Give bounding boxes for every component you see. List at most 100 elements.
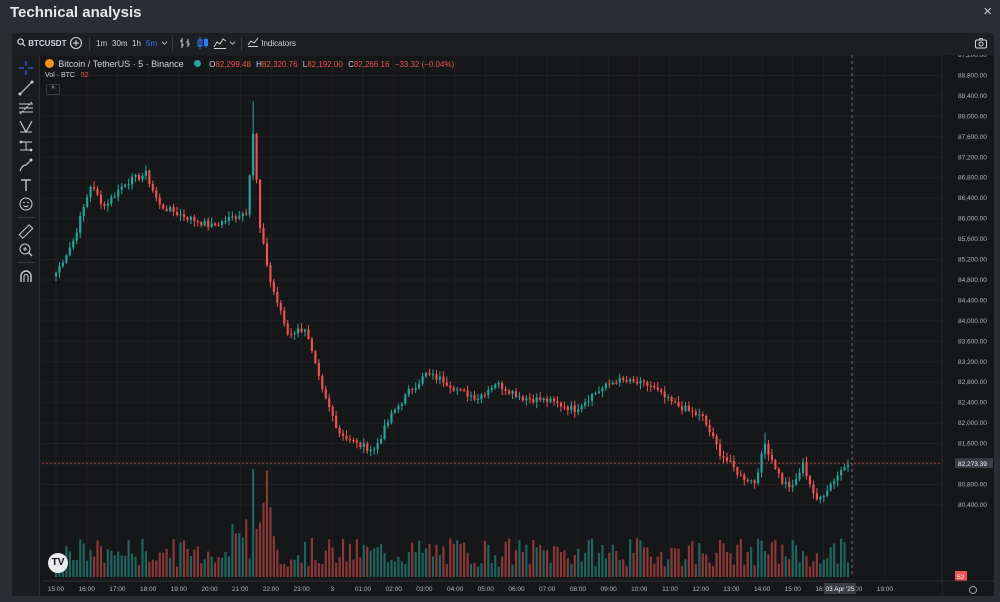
price-tick-label: 86,800.00 bbox=[958, 175, 987, 182]
candle-body bbox=[418, 383, 421, 389]
candle-body bbox=[210, 223, 213, 227]
candle-body bbox=[86, 197, 89, 207]
pattern-icon[interactable] bbox=[17, 118, 35, 136]
indicators-button[interactable]: Indicators bbox=[247, 37, 296, 51]
candle-body bbox=[656, 387, 659, 390]
symbol-search-button[interactable]: BTCUSDT bbox=[17, 37, 66, 51]
candle-body bbox=[670, 397, 673, 402]
candlestick-chart[interactable]: 87,200.00 88,800.00 88,400.00 88,000.00 87,6… bbox=[12, 55, 994, 596]
volume-bar bbox=[736, 544, 739, 577]
volume-bar bbox=[729, 553, 732, 577]
volume-bar bbox=[819, 563, 822, 577]
candle-body bbox=[397, 405, 400, 410]
volume-bar bbox=[220, 557, 224, 577]
price-tick-label: 88,400.00 bbox=[958, 93, 987, 100]
camera-icon[interactable] bbox=[974, 36, 988, 50]
chart-toolbar: BTCUSDT 1m 30m 1h 5m Indicators bbox=[12, 33, 994, 55]
compare-add-icon[interactable] bbox=[69, 36, 83, 50]
emoji-icon[interactable] bbox=[17, 195, 35, 213]
candle-body bbox=[241, 213, 244, 217]
collapse-legend-icon[interactable]: ^ bbox=[46, 84, 60, 95]
interval-5m[interactable]: 5m bbox=[146, 37, 157, 51]
interval-1h[interactable]: 1h bbox=[132, 37, 141, 51]
volume-bar bbox=[414, 552, 417, 577]
interval-30m[interactable]: 30m bbox=[112, 37, 128, 51]
candle-body bbox=[245, 213, 248, 215]
candle-body bbox=[660, 389, 663, 392]
volume-bar bbox=[507, 538, 511, 577]
volume-bar bbox=[694, 563, 697, 577]
volume-bar bbox=[590, 538, 594, 577]
crosshair-icon[interactable] bbox=[17, 59, 35, 77]
interval-dropdown-icon[interactable] bbox=[161, 37, 168, 51]
candle-body bbox=[480, 394, 483, 400]
bar-style-icon[interactable] bbox=[178, 36, 192, 50]
measure-range-icon[interactable] bbox=[17, 137, 35, 155]
candle-body bbox=[646, 381, 649, 386]
candle-body bbox=[594, 393, 597, 395]
tradingview-logo: TV bbox=[48, 553, 68, 573]
volume-bar bbox=[348, 543, 352, 577]
zoom-in-icon[interactable] bbox=[17, 241, 35, 259]
volume-bar bbox=[418, 540, 421, 577]
volume-bar bbox=[449, 538, 452, 577]
volume-bar bbox=[137, 565, 141, 577]
price-tick-label: 80,400.00 bbox=[958, 502, 987, 509]
volume-bar bbox=[400, 561, 403, 577]
text-tool-icon[interactable] bbox=[17, 176, 35, 194]
candle-body bbox=[777, 468, 780, 474]
candle-body bbox=[542, 398, 545, 401]
candle-body bbox=[774, 460, 777, 469]
chart-area[interactable]: 87,200.00 88,800.00 88,400.00 88,000.00 87,6… bbox=[12, 55, 994, 596]
candle-body bbox=[701, 414, 704, 416]
ruler-icon[interactable] bbox=[17, 222, 35, 240]
fib-retracement-icon[interactable] bbox=[17, 99, 35, 117]
candle-body bbox=[162, 204, 165, 209]
chart-type-dropdown-icon[interactable] bbox=[229, 37, 236, 51]
volume-legend: Vol · BTC 52 bbox=[45, 72, 89, 79]
volume-bar bbox=[539, 545, 542, 577]
toolbar-divider bbox=[172, 37, 173, 51]
candle-body bbox=[200, 222, 203, 226]
symbol-label: BTCUSDT bbox=[28, 39, 67, 48]
candle-body bbox=[79, 215, 82, 233]
candle-body bbox=[65, 255, 68, 263]
magnet-icon[interactable] bbox=[17, 268, 35, 286]
toolbar-divider bbox=[241, 37, 242, 51]
candle-body bbox=[445, 382, 448, 386]
candle-body bbox=[698, 414, 701, 416]
candle-body bbox=[217, 224, 220, 226]
candle-body bbox=[618, 377, 621, 383]
price-tick-label: 82,400.00 bbox=[958, 400, 987, 407]
trend-line-icon[interactable] bbox=[17, 79, 35, 97]
volume-bar bbox=[390, 559, 393, 577]
candle-body bbox=[151, 184, 154, 191]
candle-body bbox=[82, 206, 85, 216]
volume-bar bbox=[196, 546, 199, 577]
volume-bar bbox=[725, 552, 729, 577]
candle-body bbox=[819, 497, 822, 500]
candle-body bbox=[687, 405, 690, 411]
volume-bar bbox=[525, 544, 528, 577]
candle-body bbox=[321, 376, 324, 390]
axes: 87,200.00 88,800.00 88,400.00 88,000.00 87,6… bbox=[12, 55, 994, 596]
interval-1m[interactable]: 1m bbox=[96, 37, 107, 51]
candle-body bbox=[175, 212, 179, 215]
price-tick-label: 84,400.00 bbox=[958, 297, 987, 304]
time-tick-label: 09:00 bbox=[600, 586, 617, 593]
volume-bar bbox=[542, 550, 545, 577]
candle-body bbox=[680, 406, 684, 411]
brush-icon[interactable] bbox=[17, 156, 35, 174]
candle-body bbox=[179, 214, 182, 216]
area-chart-icon[interactable] bbox=[213, 36, 227, 50]
volume-bar bbox=[283, 564, 286, 577]
candle-body bbox=[601, 388, 604, 392]
volume-bar bbox=[463, 542, 466, 577]
candle-body bbox=[442, 376, 445, 383]
candle-body bbox=[155, 190, 158, 198]
volume-bar bbox=[373, 548, 376, 577]
volume-bar bbox=[750, 546, 753, 577]
volume-bar bbox=[72, 559, 75, 577]
candles-icon[interactable] bbox=[196, 36, 210, 50]
close-icon[interactable]: × bbox=[983, 3, 992, 20]
